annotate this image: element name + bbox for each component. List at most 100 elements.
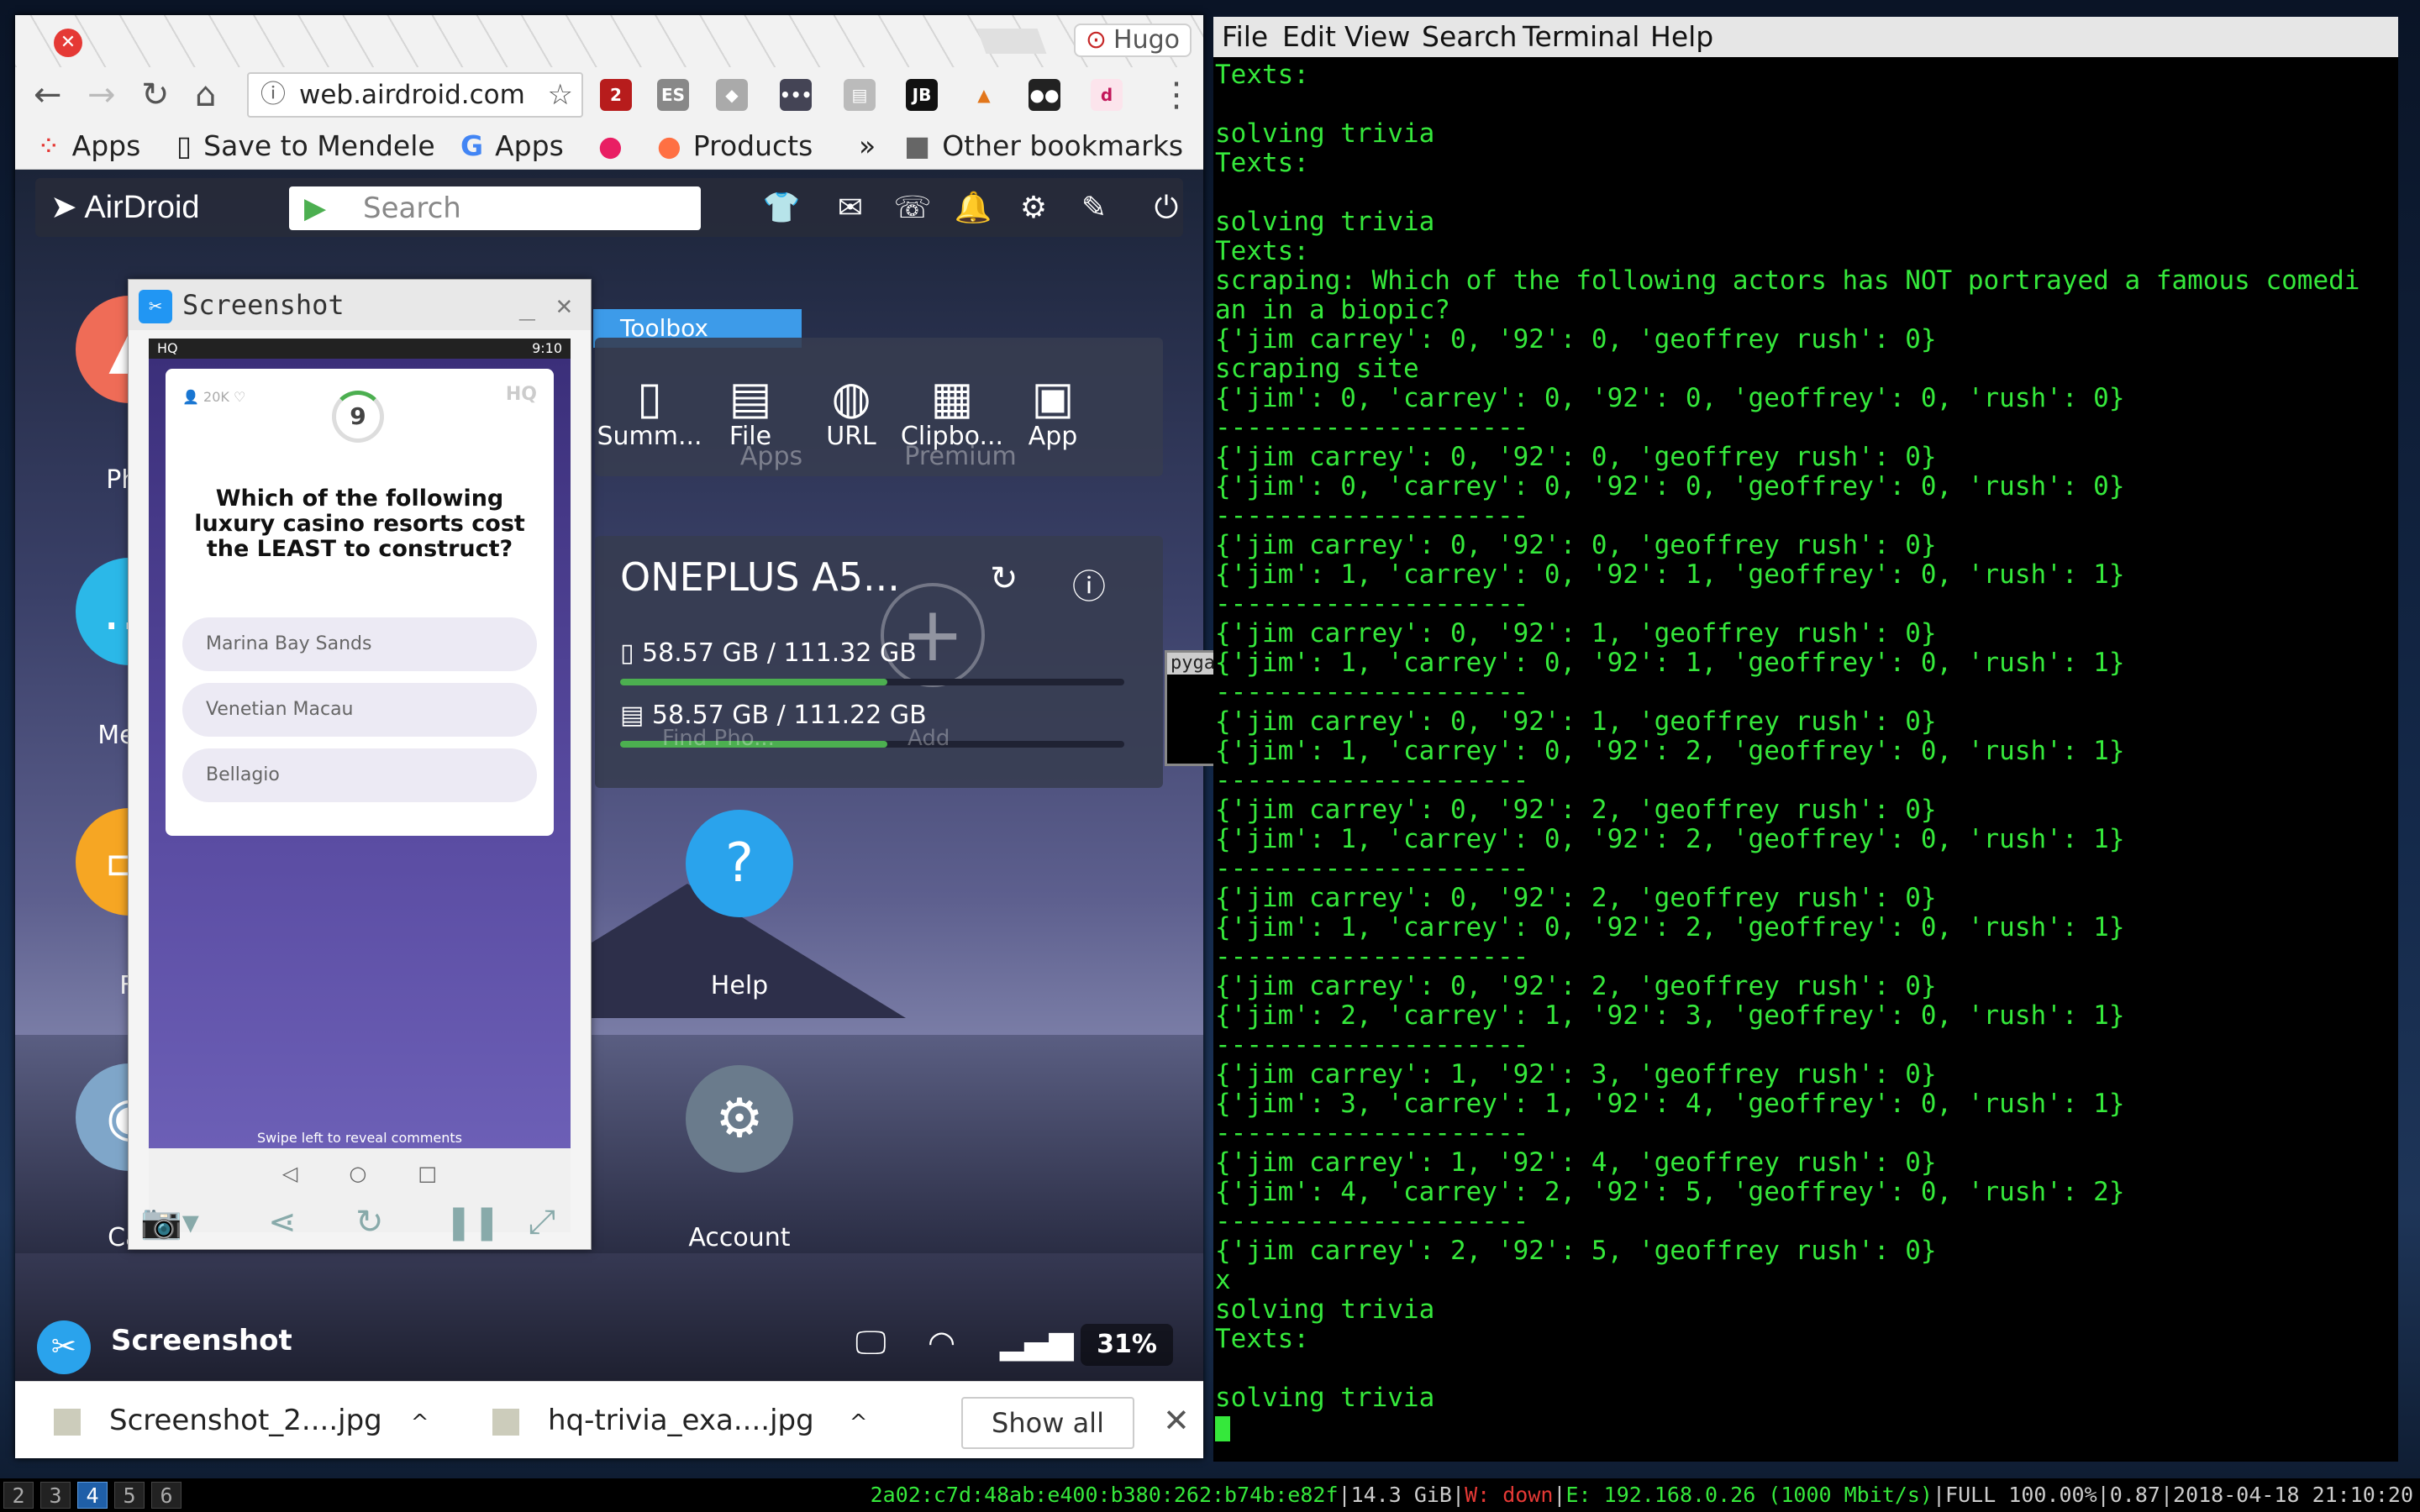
- menu-terminal[interactable]: Terminal: [1523, 20, 1639, 54]
- lm-icon: ●: [598, 129, 623, 162]
- camera-dropdown-icon[interactable]: 📷▾: [140, 1194, 199, 1251]
- profile-name: Hugo: [1113, 25, 1180, 55]
- menu-help[interactable]: Help: [1650, 20, 1713, 54]
- terminal-line: --------------------: [1215, 501, 1529, 531]
- phone-summary-icon[interactable]: ▯: [595, 371, 704, 424]
- ublock-extension-icon[interactable]: 2: [600, 79, 632, 111]
- nav-recent-icon[interactable]: □: [418, 1162, 437, 1185]
- show-all-button[interactable]: Show all: [961, 1397, 1134, 1449]
- menu-kebab-icon[interactable]: ⋮: [1160, 76, 1193, 114]
- answer-option[interactable]: Marina Bay Sands: [182, 617, 537, 671]
- globe-icon[interactable]: ◍: [797, 371, 906, 424]
- download-item[interactable]: Screenshot_2....jpg ^: [54, 1397, 429, 1446]
- app-search-input[interactable]: ▶ Search: [289, 186, 701, 230]
- terminal-window: File Edit View Search Terminal Help Text…: [1213, 17, 2398, 1462]
- close-downloads-icon[interactable]: ✕: [1163, 1402, 1190, 1439]
- account-app-icon[interactable]: ⚙: [686, 1065, 793, 1173]
- add-icon[interactable]: +: [881, 583, 985, 687]
- terminal-line: scraping: Which of the following actors …: [1215, 265, 2360, 296]
- bookmark-other[interactable]: ■ Other bookmarks: [904, 128, 1183, 165]
- chevron-up-icon[interactable]: ^: [850, 1410, 868, 1436]
- shirt-icon[interactable]: 👕: [760, 186, 803, 230]
- mirror-screen-icon[interactable]: 🖵: [855, 1324, 886, 1362]
- mail-icon[interactable]: ✉: [829, 186, 872, 230]
- workspace-button[interactable]: 2: [3, 1482, 34, 1509]
- wifi-status: W: down: [1465, 1483, 1554, 1507]
- menu-search[interactable]: Search: [1422, 20, 1517, 54]
- menu-edit[interactable]: Edit: [1282, 20, 1336, 54]
- load-average: 0.87: [2109, 1483, 2160, 1507]
- es-extension-icon[interactable]: ES: [657, 79, 689, 111]
- bookmark-apps[interactable]: ⁘ Apps: [37, 128, 140, 165]
- clipboard-icon[interactable]: ▦: [897, 371, 1007, 424]
- address-bar[interactable]: ⓘ web.airdroid.com ☆: [247, 72, 583, 118]
- home-icon[interactable]: ⌂: [195, 76, 216, 114]
- dots-extension-icon[interactable]: •••: [780, 79, 812, 111]
- pin-icon: ●: [657, 129, 681, 162]
- image-file-icon: [54, 1408, 81, 1436]
- terminal-line: solving trivia: [1215, 1383, 1435, 1413]
- new-tab-button[interactable]: [976, 29, 1047, 54]
- terminal-line: {'jim': 1, 'carrey': 0, '92': 1, 'geoffr…: [1215, 559, 2125, 590]
- chevron-up-icon[interactable]: ^: [411, 1410, 429, 1436]
- reload-icon[interactable]: ↻: [141, 76, 170, 114]
- download-item[interactable]: hq-trivia_exa....jpg ^: [492, 1397, 867, 1446]
- toolbox-summary[interactable]: Summ...: [595, 422, 704, 451]
- answer-option[interactable]: Bellagio: [182, 748, 537, 802]
- chart-extension-icon[interactable]: ▤: [844, 79, 876, 111]
- bookmark-products[interactable]: ● Products: [657, 128, 813, 165]
- airdroid-logo: ➤ AirDroid: [50, 190, 200, 225]
- bookmarks-overflow[interactable]: »: [859, 128, 876, 165]
- close-icon[interactable]: ✕: [556, 280, 572, 330]
- info-icon[interactable]: ⓘ: [1072, 559, 1106, 608]
- hq-trivia-app: 👤 20K ♡ HQ 9 Which of the following luxu…: [149, 359, 571, 1148]
- d-extension-icon[interactable]: d: [1091, 79, 1123, 111]
- file-icon[interactable]: ▤: [696, 371, 805, 424]
- edit-icon[interactable]: ✎: [1072, 186, 1116, 230]
- screenshot-tools: 📷▾ ⋖ ↻ ❚❚ ⤢: [129, 1194, 591, 1251]
- bookmark-google-apps[interactable]: G Apps: [460, 128, 564, 165]
- workspace-button[interactable]: 5: [114, 1482, 145, 1509]
- bell-icon[interactable]: 🔔: [951, 186, 995, 230]
- refresh-icon[interactable]: ↻: [355, 1194, 384, 1251]
- menu-file[interactable]: File: [1222, 20, 1268, 54]
- minimize-icon[interactable]: _: [519, 280, 535, 330]
- metamask-extension-icon[interactable]: ▲: [968, 79, 1000, 111]
- back-icon[interactable]: ←: [34, 76, 62, 114]
- play-store-icon: ▶: [304, 192, 327, 225]
- forward-icon[interactable]: →: [87, 76, 116, 114]
- fullscreen-icon[interactable]: ⤢: [529, 1194, 555, 1251]
- bookmark-lm[interactable]: ●: [598, 128, 634, 165]
- bookmark-mendeley[interactable]: ▯ Save to Mendele: [176, 128, 435, 165]
- pause-icon[interactable]: ❚❚: [445, 1194, 501, 1251]
- refresh-icon[interactable]: ↻: [990, 559, 1018, 598]
- terminal-output[interactable]: Texts: solving trivia Texts: solving triv…: [1215, 60, 2391, 1442]
- terminal-line: {'jim carrey': 1, '92': 4, 'geoffrey rus…: [1215, 1147, 1937, 1178]
- answer-option[interactable]: Venetian Macau: [182, 683, 537, 737]
- close-window-button[interactable]: ✕: [54, 29, 82, 57]
- profile-button[interactable]: ⊙ Hugo: [1073, 24, 1192, 57]
- phone-icon[interactable]: ☏: [891, 186, 934, 230]
- menu-view[interactable]: View: [1344, 20, 1410, 54]
- workspace-button[interactable]: 3: [40, 1482, 71, 1509]
- shield-extension-icon[interactable]: ◆: [716, 79, 748, 111]
- help-app-icon[interactable]: ?: [686, 810, 793, 917]
- workspace-button[interactable]: 6: [151, 1482, 182, 1509]
- nav-home-icon[interactable]: ○: [349, 1162, 366, 1185]
- terminal-line: {'jim': 2, 'carrey': 1, '92': 3, 'geoffr…: [1215, 1000, 2125, 1031]
- share-icon[interactable]: ⋖: [268, 1194, 297, 1251]
- date-time: 2018-04-18 21:10:20: [2173, 1483, 2413, 1507]
- app-box-icon[interactable]: ▣: [998, 371, 1107, 424]
- terminal-line: {'jim carrey': 0, '92': 2, 'geoffrey rus…: [1215, 883, 1937, 913]
- gear-icon[interactable]: ⚙: [1012, 186, 1055, 230]
- jetbrains-extension-icon[interactable]: JB: [906, 79, 938, 111]
- spy-extension-icon[interactable]: ●●: [1028, 79, 1060, 111]
- bookmark-star-icon[interactable]: ☆: [548, 74, 573, 116]
- nav-back-icon[interactable]: ◁: [282, 1162, 297, 1185]
- power-icon[interactable]: ⏻: [1144, 186, 1188, 230]
- terminal-menu-bar: File Edit View Search Terminal Help: [1213, 17, 2398, 57]
- workspace-button-active[interactable]: 4: [77, 1482, 108, 1509]
- terminal-line: Texts:: [1215, 60, 1309, 90]
- terminal-line: {'jim carrey': 0, '92': 1, 'geoffrey rus…: [1215, 618, 1937, 648]
